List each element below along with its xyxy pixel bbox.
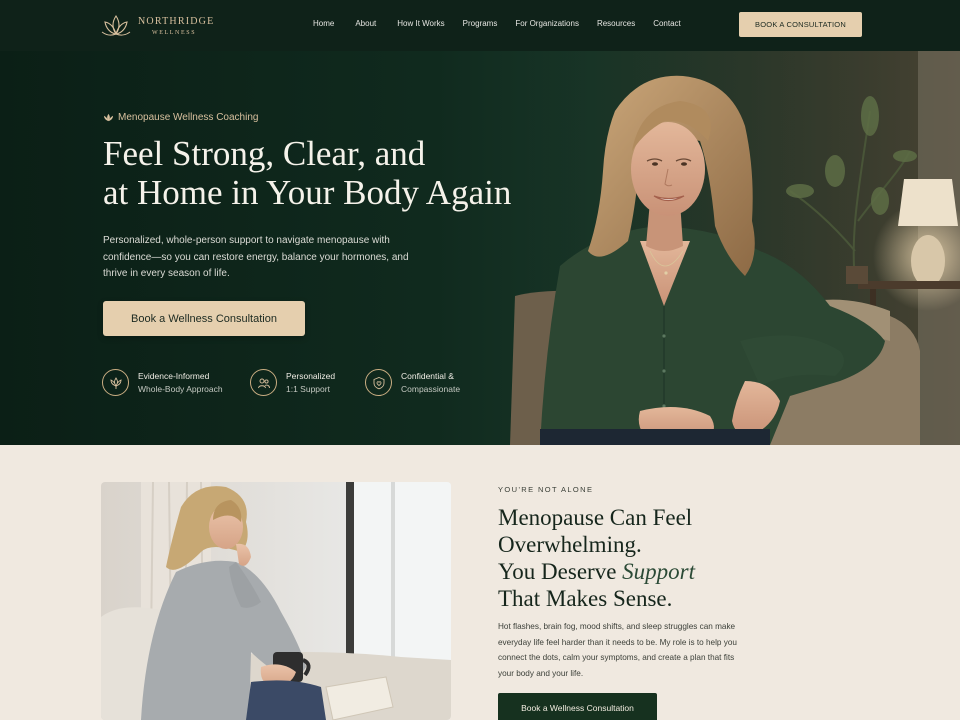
feature-title: Evidence-Informed	[138, 370, 210, 381]
feature-subtitle: 1:1 Support	[286, 383, 330, 394]
section-kicker: YOU'RE NOT ALONE	[498, 485, 594, 494]
hero-description: Personalized, whole-person support to na…	[103, 235, 409, 279]
book-consultation-nav-button[interactable]: BOOK A CONSULTATION	[739, 12, 862, 37]
lotus-logo-icon	[101, 15, 131, 36]
nature-icon	[102, 369, 129, 396]
feature-subtitle: Compassionate	[401, 383, 461, 394]
section-title-line-4: That Makes Sense.	[498, 586, 673, 611]
youre-not-alone-section: YOU'RE NOT ALONE Menopause Can Feel Over…	[0, 445, 960, 720]
brand-name: NORTHRIDGE	[138, 15, 215, 27]
feature-title: Personalized	[286, 370, 336, 381]
feature-personalized: Personalized 1:1 Support	[250, 369, 335, 396]
book-wellness-consultation-button-secondary[interactable]: Book a Wellness Consultation	[498, 693, 657, 720]
hero-title: Feel Strong, Clear, and at Home in Your …	[103, 134, 573, 212]
feature-subtitle: Whole-Body Approach	[138, 383, 223, 394]
people-icon	[250, 369, 277, 396]
nav-link-for-organizations[interactable]: For Organizations	[515, 19, 579, 28]
hero-section: Menopause Wellness Coaching Feel Strong,…	[0, 51, 960, 445]
top-navigation: NORTHRIDGE WELLNESS Home About How It Wo…	[0, 0, 960, 51]
shield-icon	[365, 369, 392, 396]
nav-links: Home About How It Works Programs For Org…	[313, 19, 681, 28]
hero-eyebrow: Menopause Wellness Coaching	[103, 112, 258, 123]
nav-link-home[interactable]: Home	[313, 19, 334, 28]
feature-evidence-informed: Evidence-Informed Whole-Body Approach	[102, 369, 223, 396]
nav-link-how-it-works[interactable]: How It Works	[397, 19, 444, 28]
woman-with-coffee-image	[101, 482, 451, 720]
section-title: Menopause Can Feel Overwhelming. You Des…	[498, 504, 695, 612]
feature-confidential: Confidential & Compassionate	[365, 369, 460, 396]
nav-link-contact[interactable]: Contact	[653, 19, 681, 28]
section-description: Hot flashes, brain fog, mood shifts, and…	[498, 622, 737, 678]
section-title-emphasis: Support	[622, 559, 695, 584]
section-title-line-2: Overwhelming.	[498, 532, 642, 557]
logo[interactable]: NORTHRIDGE WELLNESS	[100, 13, 214, 39]
hero-eyebrow-text: Menopause Wellness Coaching	[118, 112, 259, 123]
section-title-line-3: You Deserve Support	[498, 558, 695, 585]
section-title-line-3-text: You Deserve	[498, 559, 623, 584]
brand-subtitle: WELLNESS	[152, 29, 197, 36]
nav-link-programs[interactable]: Programs	[463, 19, 498, 28]
nav-link-resources[interactable]: Resources	[597, 19, 635, 28]
book-wellness-consultation-button[interactable]: Book a Wellness Consultation	[103, 301, 305, 336]
section-title-line-1: Menopause Can Feel	[498, 505, 693, 530]
hero-title-line-2: at Home in Your Body Again	[103, 173, 512, 212]
lotus-icon	[104, 113, 113, 122]
hero-title-line-1: Feel Strong, Clear, and	[103, 134, 426, 173]
nav-link-about[interactable]: About	[355, 19, 376, 28]
feature-title: Confidential &	[401, 370, 454, 381]
